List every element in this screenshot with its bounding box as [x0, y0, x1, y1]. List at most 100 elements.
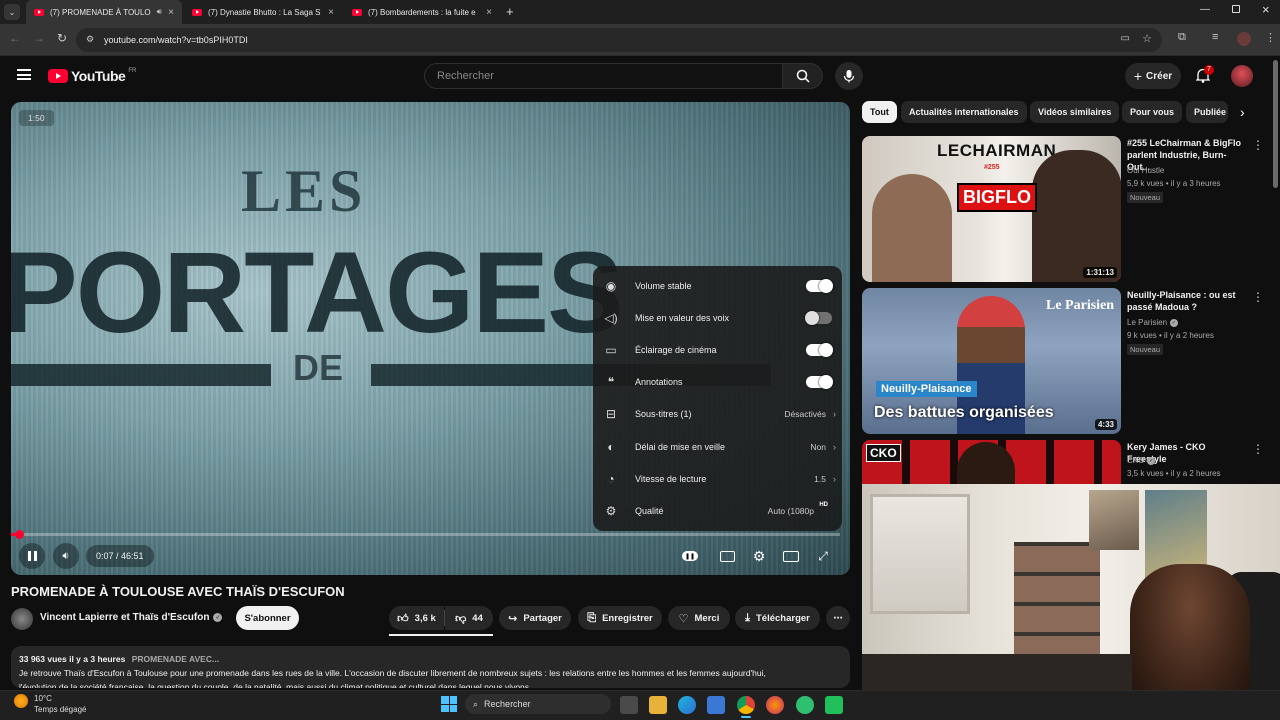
thanks-button[interactable]: ♡ Merci [668, 606, 730, 630]
create-button[interactable]: + Créer [1125, 63, 1181, 89]
autoplay-toggle[interactable]: ❚❚ [677, 543, 703, 569]
chips-next-arrow-icon[interactable]: › [1240, 104, 1245, 120]
app-icon[interactable] [796, 696, 814, 714]
like-button[interactable]: 👍︎ 3,6 k [389, 606, 444, 630]
save-button[interactable]: ⎘ Enregistrer [578, 606, 662, 630]
more-vertical-icon[interactable]: ⋮ [1252, 290, 1264, 304]
profile-avatar[interactable] [1237, 32, 1251, 46]
minimize-icon[interactable]: — [1200, 4, 1210, 15]
browser-menu-icon[interactable]: ⋮ [1265, 31, 1276, 44]
subscribe-button[interactable]: S'abonner [236, 606, 299, 630]
file-explorer-icon[interactable] [649, 696, 667, 714]
task-view-icon[interactable] [620, 696, 638, 714]
progress-bar[interactable] [11, 530, 840, 539]
chip-label: Actualités internationales [909, 107, 1019, 117]
more-vertical-icon[interactable]: ⋮ [1252, 442, 1264, 456]
chip-actualites[interactable]: Actualités internationales [901, 101, 1027, 123]
account-avatar[interactable] [1231, 65, 1253, 87]
chip-pour-vous[interactable]: Pour vous [1122, 101, 1183, 123]
cast-icon[interactable]: ▭ [1121, 33, 1130, 44]
chrome-icon[interactable] [737, 696, 755, 714]
channel-name[interactable]: Vincent Lapierre et Thaïs d'Escufon ✓ [40, 612, 223, 623]
settings-row-playback-speed[interactable]: ◔ Vitesse de lecture 1.5 › [593, 463, 842, 495]
search-button[interactable] [783, 63, 823, 89]
settings-row-ambient-mode[interactable]: ▭ Éclairage de cinéma [593, 334, 842, 366]
restore-icon[interactable] [1232, 5, 1240, 13]
search-icon: ⌕ [473, 698, 479, 709]
settings-row-volume-stable[interactable]: ◉ Volume stable [593, 270, 842, 302]
progress-scrubber[interactable] [15, 530, 24, 539]
subtitles-button[interactable] [714, 543, 740, 569]
channel-avatar[interactable] [11, 608, 33, 630]
taskbar-search[interactable]: ⌕ Rechercher [465, 694, 611, 714]
tab-bhutto[interactable]: (7) Dynastie Bhutto : La Saga S × [184, 0, 342, 24]
ambient-mode-toggle[interactable] [806, 343, 833, 357]
voice-search-button[interactable] [835, 62, 863, 90]
fullscreen-button[interactable]: ⤢ [810, 543, 836, 569]
close-tab-icon[interactable]: × [328, 7, 334, 18]
settings-button[interactable]: ⚙ [746, 543, 772, 569]
gear-icon: ⚙ [752, 547, 766, 564]
firefox-icon[interactable] [766, 696, 784, 714]
share-button[interactable]: ↪ Partager [499, 606, 571, 630]
close-window-icon[interactable]: × [1262, 2, 1270, 17]
settings-row-sleep-timer[interactable]: ◐ Délai de mise en veille Non › [593, 431, 842, 463]
close-tab-icon[interactable]: × [168, 7, 174, 18]
back-icon[interactable]: ← [9, 31, 21, 45]
tab-promenade[interactable]: (7) PROMENADE À TOULO 🔊︎ × [26, 0, 182, 24]
bookmark-star-icon[interactable]: ☆ [1142, 32, 1152, 45]
time-display: 0:07 / 46:51 [86, 545, 154, 567]
pause-button[interactable] [19, 543, 45, 569]
hamburger-menu-icon[interactable] [17, 69, 31, 80]
more-actions-button[interactable]: ⋯ [826, 606, 850, 630]
site-info-icon[interactable]: ⚙ [86, 34, 94, 45]
youtube-favicon-icon [352, 8, 362, 16]
edge-icon[interactable] [678, 696, 696, 714]
bookmark-icon: ⎘ [587, 611, 597, 624]
video-channel[interactable]: Le Parisien ✓ [1127, 318, 1179, 327]
search-input[interactable]: Rechercher [424, 63, 783, 89]
download-button[interactable]: ⤓ Télécharger [735, 606, 820, 630]
video-thumbnail[interactable]: Le Parisien Neuilly-Plaisance Des battue… [862, 288, 1121, 434]
dislike-button[interactable]: 👎︎ 44 [445, 606, 493, 630]
chip-tout[interactable]: Tout [862, 101, 897, 123]
settings-row-subtitles[interactable]: ⊟ Sous-titres (1) Désactivés › [593, 398, 842, 430]
windows-start-icon[interactable] [441, 696, 457, 712]
annotations-toggle[interactable] [806, 375, 833, 389]
description-box[interactable]: 33 963 vues il y a 3 heures PROMENADE AV… [11, 646, 850, 688]
chevron-right-icon: › [833, 409, 836, 419]
chip-videos-similaires[interactable]: Vidéos similaires [1030, 101, 1120, 123]
reload-icon[interactable]: ↻ [57, 31, 67, 45]
video-title[interactable]: Neuilly-Plaisance : ou est passé Madoua … [1127, 289, 1247, 313]
close-tab-icon[interactable]: × [486, 7, 492, 18]
theater-mode-button[interactable] [778, 543, 804, 569]
voice-boost-toggle[interactable] [805, 311, 832, 325]
app-icon[interactable] [825, 696, 843, 714]
youtube-header: YouTube FR Rechercher + Créer 7 [0, 56, 1280, 96]
store-icon[interactable] [707, 696, 725, 714]
chip-publiee[interactable]: Publiée [1186, 101, 1228, 123]
tab-bombardements[interactable]: (7) Bombardements : la fuite e × [344, 0, 500, 24]
page-scrollbar[interactable] [1273, 60, 1278, 188]
forward-icon[interactable]: → [33, 31, 45, 45]
extensions-icon[interactable]: ⧉ [1178, 31, 1186, 44]
settings-row-quality[interactable]: ⚙ Qualité Auto (1080p HD [593, 495, 842, 527]
volume-button[interactable]: 🔉︎ [53, 543, 79, 569]
video-thumbnail[interactable]: CKO [862, 440, 1121, 484]
video-channel[interactable]: CKO ✓ [1127, 456, 1156, 465]
settings-row-annotations[interactable]: ❝ Annotations [593, 366, 842, 398]
volume-stable-icon: ◉ [605, 279, 617, 293]
tab-search-button[interactable]: ⌄ [4, 4, 20, 20]
volume-stable-toggle[interactable] [806, 279, 833, 293]
video-channel[interactable]: Oui Hustle [1127, 166, 1164, 175]
video-thumbnail[interactable]: LECHAIRMAN #255 BIGFLO 1:31:13 [862, 136, 1121, 282]
notifications-button[interactable]: 7 [1195, 65, 1214, 88]
settings-row-voice-boost[interactable]: ◁) Mise en valeur des voix [593, 302, 842, 334]
youtube-logo[interactable]: YouTube FR [48, 68, 136, 84]
url-field[interactable]: ⚙ youtube.com/watch?v=tb0sPIH0TDI ▭ ☆ [76, 28, 1162, 52]
media-controls-icon[interactable]: ≡ [1212, 31, 1218, 43]
thumbnail-text: Neuilly-Plaisance [876, 381, 977, 397]
more-vertical-icon[interactable]: ⋮ [1252, 138, 1264, 152]
weather-icon[interactable] [14, 694, 28, 708]
new-tab-button[interactable]: + [506, 4, 514, 19]
